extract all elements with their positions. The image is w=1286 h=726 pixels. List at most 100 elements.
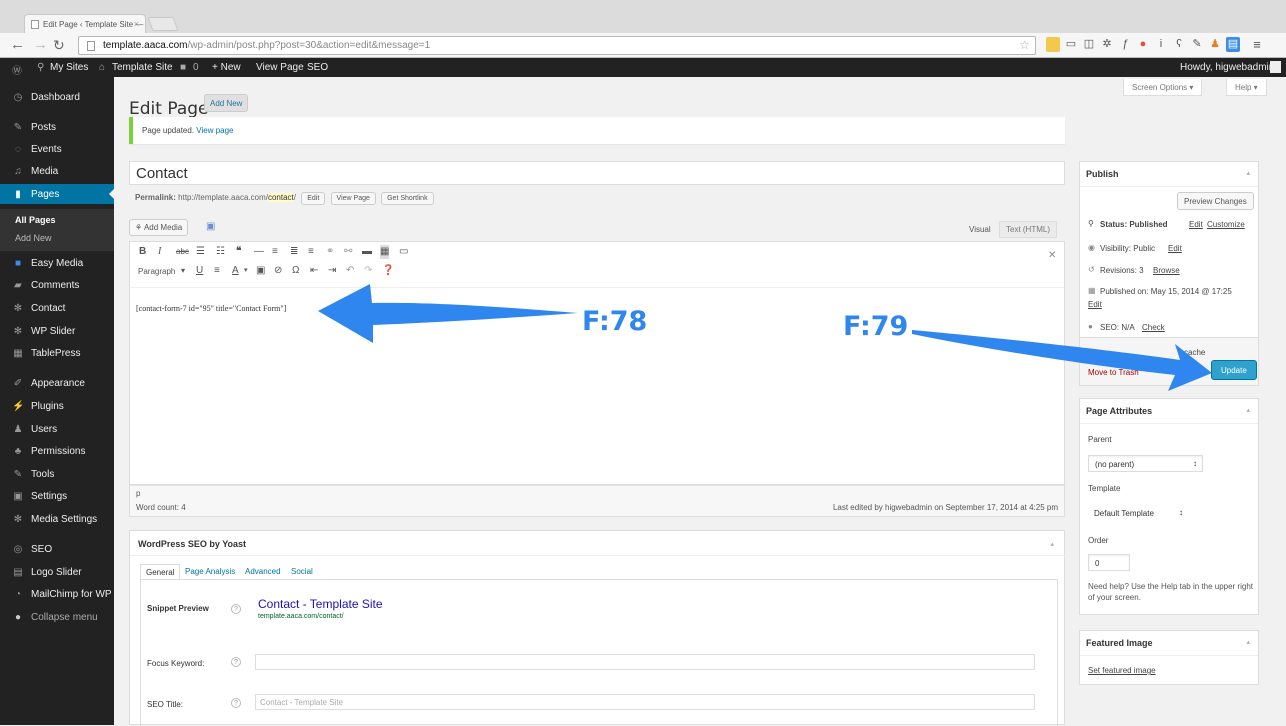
toggle-icon[interactable]: ▴ bbox=[1246, 169, 1250, 177]
extension-pen-icon[interactable]: ✎ bbox=[1190, 37, 1204, 52]
sidebar-item-media-settings[interactable]: ✻ Media Settings bbox=[0, 509, 114, 529]
forward-icon[interactable]: → bbox=[33, 36, 48, 54]
extension-box-icon[interactable]: ◫ bbox=[1082, 37, 1096, 52]
redo-icon[interactable]: ↷ bbox=[364, 264, 372, 278]
update-button[interactable]: Update bbox=[1211, 360, 1257, 380]
blockquote-icon[interactable]: ❝ bbox=[236, 245, 241, 259]
screen-options-button[interactable]: Screen Options ▾ bbox=[1123, 79, 1203, 96]
format-select[interactable]: Paragraph bbox=[136, 264, 177, 280]
distraction-free-icon[interactable]: ▭ bbox=[399, 245, 408, 259]
tab-close-icon[interactable]: × bbox=[134, 19, 139, 29]
new-content-link[interactable]: + New bbox=[212, 62, 241, 73]
purge-cache-link[interactable]: cache bbox=[1184, 348, 1205, 357]
sidebar-item-appearance[interactable]: ✐ Appearance bbox=[0, 373, 114, 393]
sidebar-item-tablepress[interactable]: ▦ TablePress bbox=[0, 343, 114, 363]
submenu-all-pages[interactable]: All Pages bbox=[15, 215, 56, 225]
template-select[interactable]: Default Template ↕ bbox=[1088, 505, 1185, 522]
sidebar-item-logo-slider[interactable]: ▤ Logo Slider bbox=[0, 562, 114, 582]
sidebar-item-settings[interactable]: ▣ Settings bbox=[0, 486, 114, 506]
tab-visual[interactable]: Visual bbox=[969, 225, 991, 234]
sidebar-item-media[interactable]: ♫ Media bbox=[0, 161, 114, 181]
sidebar-item-comments[interactable]: ▰ Comments bbox=[0, 275, 114, 295]
new-tab-button[interactable] bbox=[147, 17, 179, 31]
revisions-browse-link[interactable]: Browse bbox=[1153, 266, 1180, 275]
seo-adminbar-link[interactable]: SEO bbox=[307, 62, 328, 73]
wordpress-logo-icon[interactable]: Ⓦ bbox=[12, 62, 22, 77]
view-page-button[interactable]: View Page bbox=[330, 192, 376, 205]
status-edit-link[interactable]: Edit bbox=[1189, 220, 1203, 229]
fullscreen-icon[interactable]: ✕ bbox=[1048, 249, 1056, 263]
seo-check-link[interactable]: Check bbox=[1142, 323, 1165, 332]
undo-icon[interactable]: ↶ bbox=[346, 264, 354, 278]
help-icon[interactable]: ❓ bbox=[382, 264, 394, 278]
extension-gear-icon[interactable]: ✲ bbox=[1100, 37, 1114, 52]
paste-text-icon[interactable]: ▣ bbox=[256, 264, 265, 278]
add-new-button[interactable]: Add New bbox=[204, 94, 249, 112]
status-customize-link[interactable]: Customize bbox=[1207, 220, 1245, 229]
menu-icon[interactable]: ≡ bbox=[1250, 37, 1264, 52]
bookmark-star-icon[interactable]: ☆ bbox=[1019, 38, 1030, 52]
sidebar-item-contact[interactable]: ✻ Contact bbox=[0, 298, 114, 318]
toggle-icon[interactable]: ▴ bbox=[1246, 406, 1250, 414]
tab-text-html[interactable]: Text (HTML) bbox=[999, 221, 1057, 238]
sidebar-item-pages[interactable]: ▮ Pages bbox=[0, 184, 114, 204]
move-to-trash-link[interactable]: Move to Trash bbox=[1088, 368, 1139, 377]
align-right-icon[interactable]: ≡ bbox=[308, 245, 314, 259]
form-icon[interactable]: ▣ bbox=[206, 221, 215, 232]
extension-function-icon[interactable]: ƒ bbox=[1118, 37, 1132, 52]
sidebar-item-wp-slider[interactable]: ✻ WP Slider bbox=[0, 321, 114, 341]
seo-tab-advanced[interactable]: Advanced bbox=[240, 564, 286, 580]
extension-red-icon[interactable]: ● bbox=[1136, 37, 1150, 52]
editor-content[interactable]: [contact-form-7 id="95" title="Contact F… bbox=[136, 304, 286, 313]
extension-person-icon[interactable]: ♟ bbox=[1208, 37, 1222, 52]
published-edit-link[interactable]: Edit bbox=[1088, 300, 1102, 309]
numbered-list-icon[interactable]: ☷ bbox=[216, 245, 225, 259]
sidebar-item-users[interactable]: ♟ Users bbox=[0, 419, 114, 439]
unlink-icon[interactable]: ⚯ bbox=[344, 245, 352, 259]
permalink-slug[interactable]: contact bbox=[267, 193, 294, 202]
horizontal-line-icon[interactable]: — bbox=[254, 245, 264, 259]
special-char-icon[interactable]: Ω bbox=[292, 264, 299, 278]
align-left-icon[interactable]: ≡ bbox=[272, 245, 278, 259]
permalink-edit-button[interactable]: Edit bbox=[301, 192, 326, 205]
read-more-icon[interactable]: ▬ bbox=[362, 245, 372, 259]
sidebar-item-mailchimp[interactable]: ◔ MailChimp for WP bbox=[0, 584, 114, 604]
bullet-list-icon[interactable]: ☰ bbox=[196, 245, 205, 259]
order-input[interactable]: 0 bbox=[1088, 554, 1130, 571]
help-button[interactable]: Help ▾ bbox=[1226, 79, 1267, 96]
sidebar-item-permissions[interactable]: ♣ Permissions bbox=[0, 441, 114, 461]
link-icon[interactable]: ⚭ bbox=[326, 245, 334, 259]
align-center-icon[interactable]: ≣ bbox=[290, 245, 298, 259]
bold-icon[interactable]: B bbox=[139, 245, 146, 259]
post-title-input[interactable]: Contact bbox=[129, 161, 1065, 185]
extension-folder-icon[interactable] bbox=[1046, 37, 1060, 52]
sidebar-item-dashboard[interactable]: ◷ Dashboard bbox=[0, 87, 114, 107]
sidebar-item-seo[interactable]: ◎ SEO bbox=[0, 539, 114, 559]
view-page-link[interactable]: View page bbox=[196, 126, 233, 135]
submenu-add-new[interactable]: Add New bbox=[15, 233, 52, 243]
clear-format-icon[interactable]: ⊘ bbox=[274, 264, 282, 278]
help-circle-icon[interactable]: ? bbox=[231, 604, 241, 614]
toggle-icon[interactable]: ▴ bbox=[1246, 638, 1250, 646]
site-name-link[interactable]: Template Site bbox=[112, 62, 173, 73]
sidebar-item-plugins[interactable]: ⚡ Plugins bbox=[0, 396, 114, 416]
sidebar-item-posts[interactable]: ✎ Posts bbox=[0, 117, 114, 137]
address-bar[interactable]: template.aaca.com/wp-admin/post.php?post… bbox=[78, 36, 1036, 55]
sidebar-item-easy-media[interactable]: ■ Easy Media bbox=[0, 253, 114, 273]
underline-icon[interactable]: U bbox=[196, 264, 203, 278]
sidebar-item-tools[interactable]: ✎ Tools bbox=[0, 464, 114, 484]
outdent-icon[interactable]: ⇤ bbox=[310, 264, 318, 278]
browser-tab[interactable]: Edit Page ‹ Template Site — × bbox=[24, 14, 146, 33]
my-sites-link[interactable]: My Sites bbox=[50, 62, 88, 73]
extension-info-icon[interactable]: i bbox=[1154, 37, 1168, 52]
get-shortlink-button[interactable]: Get Shortlink bbox=[381, 192, 434, 205]
justify-icon[interactable]: ≡ bbox=[214, 264, 220, 278]
indent-icon[interactable]: ⇥ bbox=[328, 264, 336, 278]
collapse-menu[interactable]: ● Collapse menu bbox=[0, 607, 114, 627]
extension-ear-icon[interactable]: ʕ bbox=[1172, 37, 1186, 52]
reload-icon[interactable]: ↻ bbox=[53, 36, 65, 54]
help-circle-icon[interactable]: ? bbox=[231, 698, 241, 708]
sidebar-item-events[interactable]: ◌ Events bbox=[0, 139, 114, 159]
focus-keyword-input[interactable] bbox=[255, 654, 1035, 670]
comments-count[interactable]: 0 bbox=[193, 62, 199, 73]
